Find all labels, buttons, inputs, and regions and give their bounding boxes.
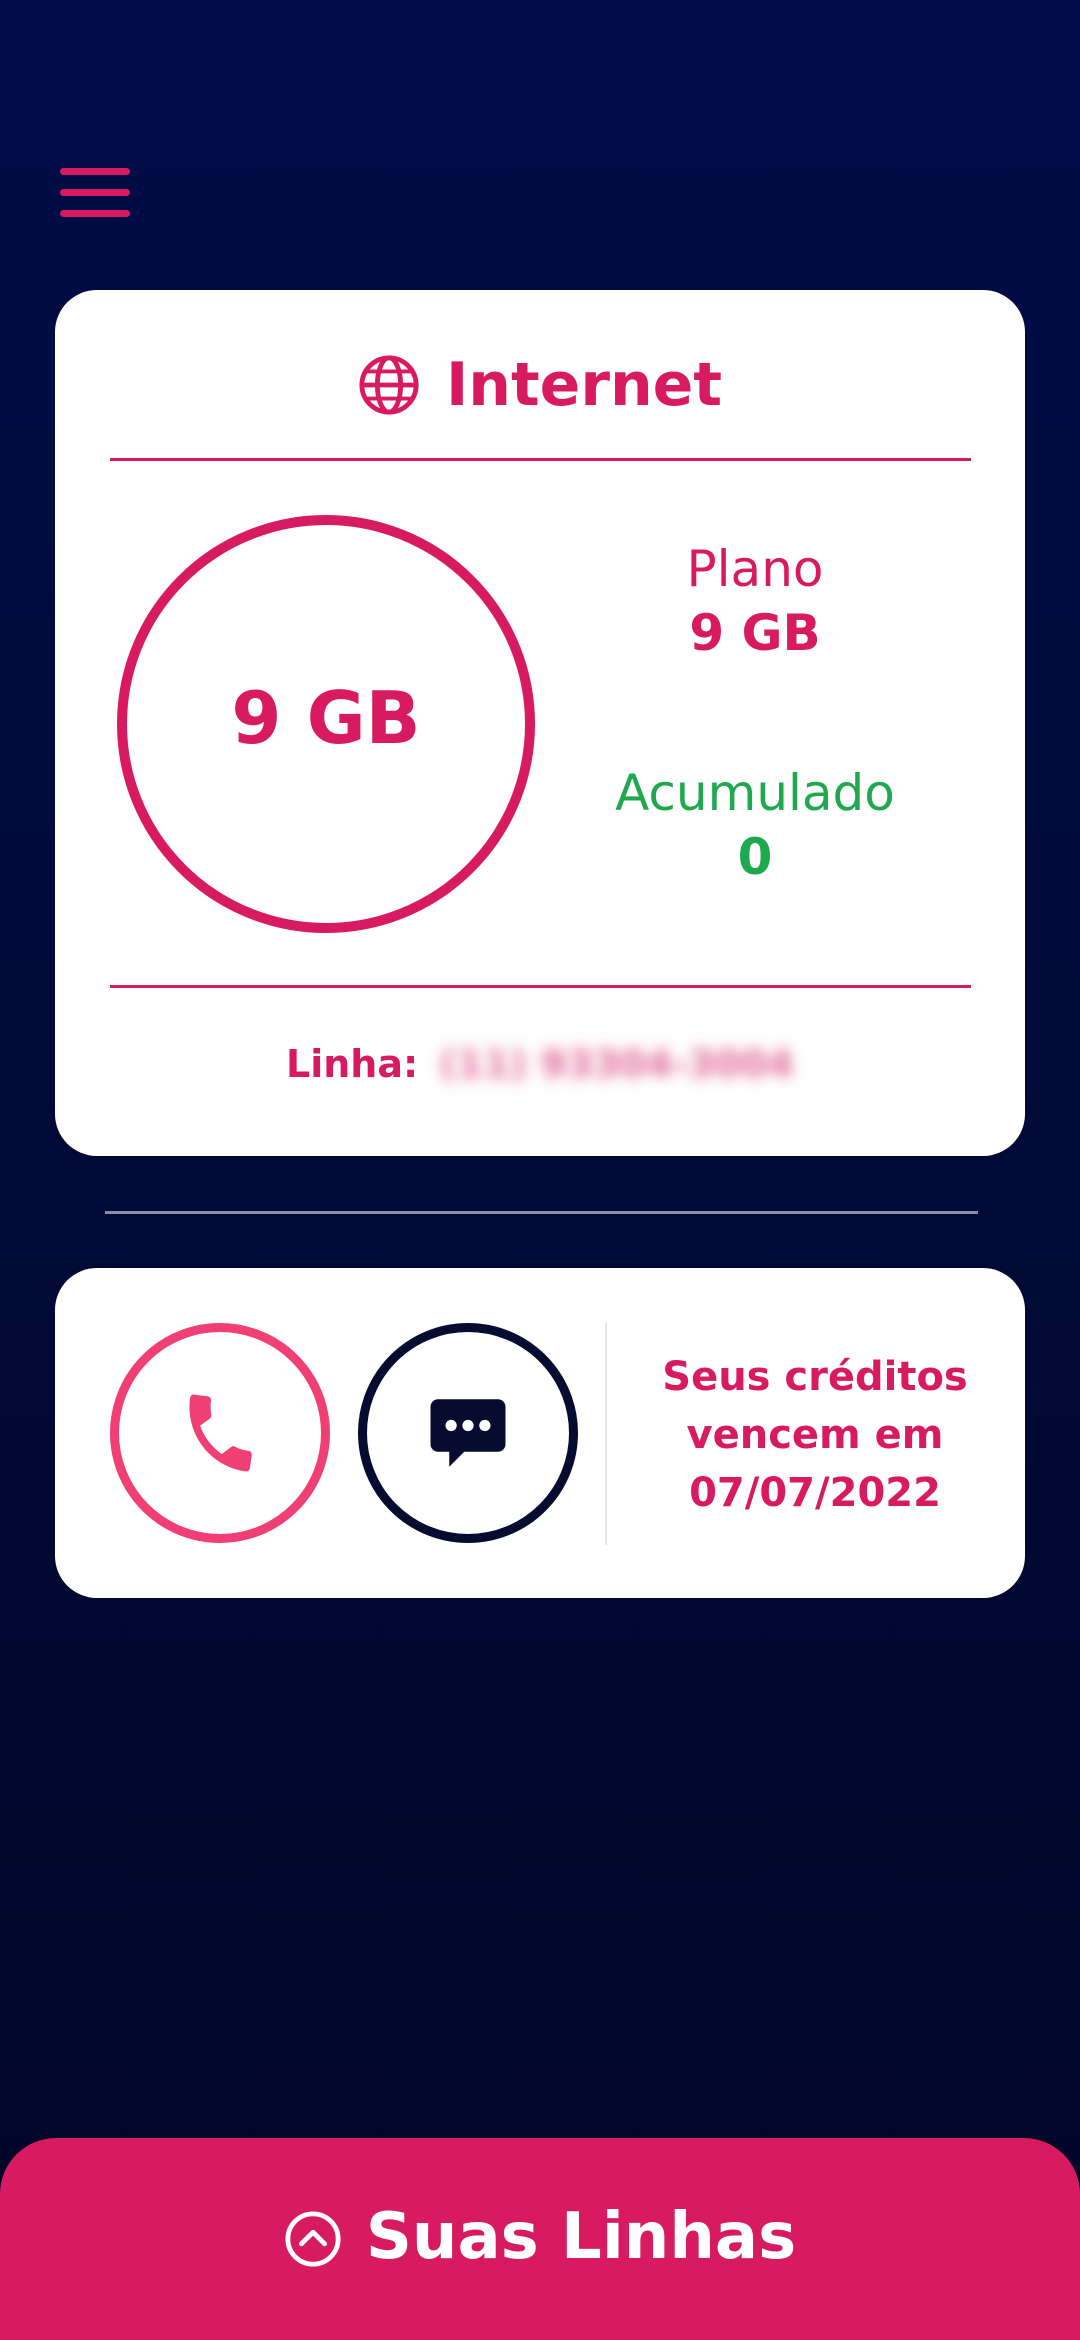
call-button[interactable]: [110, 1323, 330, 1543]
divider-bottom: [110, 985, 971, 988]
bottom-bar-label: Suas Linhas: [365, 2200, 797, 2274]
chevron-up-circle-icon: [285, 2211, 341, 2267]
card-title: Internet: [445, 350, 723, 420]
plan-stat: Plano 9 GB: [555, 540, 955, 662]
accumulated-value: 0: [737, 828, 773, 886]
plan-label: Plano: [686, 540, 824, 598]
section-divider: [105, 1211, 978, 1214]
actions-card: Seus créditos vencem em 07/07/2022: [55, 1268, 1025, 1598]
globe-icon: [359, 355, 419, 415]
accumulated-stat: Acumulado 0: [555, 764, 955, 886]
hamburger-menu-icon[interactable]: [60, 165, 132, 221]
vertical-divider: [605, 1323, 607, 1545]
ring-value: 9 GB: [231, 676, 421, 760]
line-number: (11) 93304-3004: [439, 1042, 794, 1086]
line-row: Linha: (11) 93304-3004: [55, 1042, 1025, 1086]
chat-bubble-icon: [430, 1399, 506, 1467]
line-label: Linha:: [285, 1042, 419, 1086]
your-lines-button[interactable]: Suas Linhas: [0, 2138, 1080, 2340]
usage-ring: 9 GB: [117, 515, 535, 933]
accumulated-label: Acumulado: [615, 764, 895, 822]
credits-date: 07/07/2022: [689, 1470, 941, 1516]
internet-card: Internet 9 GB Plano 9 GB Acumulado 0 Lin…: [55, 290, 1025, 1156]
phone-icon: [189, 1394, 252, 1472]
card-header: Internet: [55, 350, 1025, 420]
divider-top: [110, 458, 971, 461]
credits-line1: Seus créditos: [662, 1354, 968, 1400]
plan-value: 9 GB: [689, 604, 821, 662]
credits-expiry: Seus créditos vencem em 07/07/2022: [630, 1348, 1000, 1522]
credits-line2: vencem em: [686, 1412, 944, 1458]
sms-button[interactable]: [358, 1323, 578, 1543]
